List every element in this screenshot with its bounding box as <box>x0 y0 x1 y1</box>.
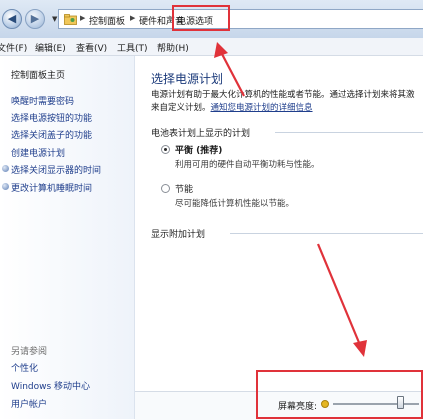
details-link[interactable]: 通知您电源计划的详细信息 <box>211 103 313 113</box>
menu-edit[interactable]: 编辑(E) <box>35 41 66 54</box>
sidebar-item-power-button[interactable]: 选择电源按钮的功能 <box>11 111 92 124</box>
back-button[interactable]: ◀ <box>2 9 22 29</box>
plan-powersaver-desc: 尽可能降低计算机性能以节能。 <box>175 199 295 209</box>
sidebar: 控制面板主页 唤醒时需要密码 选择电源按钮的功能 选择关闭盖子的功能 创建电源计… <box>0 56 135 419</box>
breadcrumb[interactable]: ▶ 控制面板 ▶ 硬件和声音 ▶ 电源选项 <box>58 5 423 31</box>
menu-view[interactable]: 查看(V) <box>76 41 107 54</box>
chevron-right-icon: ▶ <box>130 14 136 22</box>
divider <box>230 233 423 234</box>
page-description: 电源计划有助于最大化计算机的性能或者节能。通过选择计划来将其激 来自定义计划。通… <box>151 89 423 115</box>
divider <box>275 132 423 133</box>
plan-balanced-radio[interactable] <box>161 145 170 154</box>
forward-button[interactable]: ▶ <box>25 9 45 29</box>
control-panel-icon <box>64 14 77 25</box>
battery-section-header: 电池表计划上显示的计划 <box>151 129 251 139</box>
display-icon <box>2 165 9 172</box>
description-line: 来自定义计划。通知您电源计划的详细信息 <box>151 102 423 115</box>
menu-file[interactable]: 文件(F) <box>0 41 27 54</box>
description-text: 来自定义计划。 <box>151 103 211 113</box>
sidebar-item-display-off[interactable]: 选择关闭显示器的时间 <box>11 163 101 176</box>
page-title: 选择电源计划 <box>151 72 224 86</box>
menu-tools[interactable]: 工具(T) <box>117 41 148 54</box>
sidebar-item-wake-password[interactable]: 唤醒时需要密码 <box>11 94 74 107</box>
sidebar-item-user-accounts[interactable]: 用户帐户 <box>11 397 47 410</box>
see-also-header: 另请参阅 <box>11 347 48 357</box>
highlight-box <box>256 370 423 419</box>
sleep-icon <box>2 183 9 190</box>
history-dropdown-icon[interactable]: ▼ <box>52 15 57 23</box>
plan-balanced-name[interactable]: 平衡 (推荐) <box>175 143 222 156</box>
plan-balanced-desc: 利用可用的硬件自动平衡功耗与性能。 <box>175 160 320 170</box>
show-additional-plans[interactable]: 显示附加计划 <box>151 227 205 240</box>
sidebar-item-sleep[interactable]: 更改计算机睡眠时间 <box>11 181 92 194</box>
sidebar-item-home[interactable]: 控制面板主页 <box>11 68 65 81</box>
address-bar: ◀ ▶ ▼ ▶ 控制面板 ▶ 硬件和声音 ▶ 电源选项 <box>0 0 423 39</box>
chevron-right-icon: ▶ <box>80 14 86 22</box>
menu-bar: 文件(F) 编辑(E) 查看(V) 工具(T) 帮助(H) <box>0 38 423 56</box>
breadcrumb-item[interactable]: 控制面板 <box>89 14 125 27</box>
highlight-box <box>172 5 230 31</box>
plan-powersaver-radio[interactable] <box>161 184 170 193</box>
sidebar-item-create-plan[interactable]: 创建电源计划 <box>11 146 65 159</box>
description-line: 电源计划有助于最大化计算机的性能或者节能。通过选择计划来将其激 <box>151 90 415 100</box>
menu-help[interactable]: 帮助(H) <box>157 41 189 54</box>
plan-powersaver-name[interactable]: 节能 <box>175 182 193 195</box>
sidebar-item-personalize[interactable]: 个性化 <box>11 361 38 374</box>
sidebar-item-lid[interactable]: 选择关闭盖子的功能 <box>11 128 92 141</box>
main-panel: 选择电源计划 电源计划有助于最大化计算机的性能或者节能。通过选择计划来将其激 来… <box>135 56 423 419</box>
sidebar-item-mobility-center[interactable]: Windows 移动中心 <box>11 379 90 392</box>
